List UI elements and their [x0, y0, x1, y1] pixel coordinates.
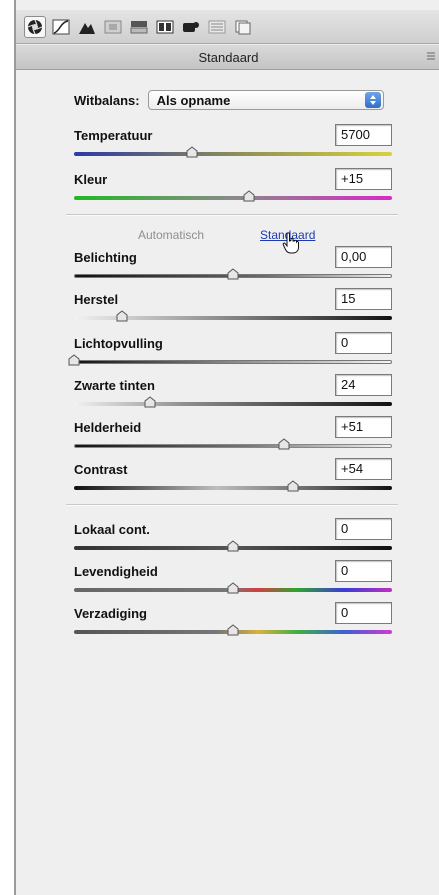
vibrance-input[interactable]: 0 — [335, 560, 392, 582]
section-divider — [66, 214, 398, 216]
camera-calibration-icon — [208, 20, 226, 33]
vibrance-label: Levendigheid — [74, 564, 158, 579]
panel-menu-icon[interactable] — [427, 52, 435, 60]
brightness-row: Helderheid +51 — [74, 416, 392, 456]
blacks-label: Zwarte tinten — [74, 378, 155, 393]
vibrance-row: Levendigheid 0 — [74, 560, 392, 600]
recovery-label: Herstel — [74, 292, 119, 307]
section-divider-2 — [66, 504, 398, 506]
tint-slider[interactable] — [242, 190, 256, 202]
clarity-row: Lokaal cont. 0 — [74, 518, 392, 558]
exposure-input[interactable]: 0,00 — [335, 246, 392, 268]
tool-split-toning[interactable] — [128, 16, 150, 38]
tool-camera-calibration[interactable] — [206, 16, 228, 38]
white-balance-label: Witbalans: — [74, 92, 140, 108]
panel-title: Standaard — [198, 49, 259, 65]
tool-detail[interactable] — [76, 16, 98, 38]
blacks-input[interactable]: 24 — [335, 374, 392, 396]
clarity-label: Lokaal cont. — [74, 522, 150, 537]
auto-standard-tabs: Automatisch Standaard — [74, 228, 392, 254]
white-balance-value: Als opname — [156, 92, 231, 108]
saturation-input[interactable]: 0 — [335, 602, 392, 624]
contrast-slider[interactable] — [286, 480, 300, 492]
exposure-slider[interactable] — [226, 268, 240, 280]
lens-corrections-icon — [156, 20, 174, 33]
blacks-slider[interactable] — [143, 396, 157, 408]
panel-header: Standaard — [16, 45, 439, 70]
contrast-row: Contrast +54 — [74, 458, 392, 498]
brightness-slider[interactable] — [277, 438, 291, 450]
saturation-label: Verzadiging — [74, 606, 147, 621]
recovery-row: Herstel 15 — [74, 288, 392, 328]
fill-light-label: Lichtopvulling — [74, 336, 163, 351]
tone-curve-icon — [52, 19, 70, 34]
white-balance-select[interactable]: Als opname — [147, 90, 384, 110]
saturation-slider[interactable] — [226, 624, 240, 636]
basic-panel: Standaard Witbalans: Als opname Temperat… — [14, 0, 439, 895]
tint-track — [74, 196, 392, 200]
tool-tone-curve[interactable] — [50, 16, 72, 38]
temperature-label: Temperatuur — [74, 128, 153, 143]
split-toning-icon — [130, 20, 148, 33]
blacks-track — [74, 402, 392, 406]
white-balance-row: Witbalans: Als opname — [74, 90, 384, 110]
blacks-row: Zwarte tinten 24 — [74, 374, 392, 414]
brightness-track — [74, 444, 392, 448]
tint-row: Kleur +15 — [74, 168, 392, 208]
temperature-input[interactable]: 5700 — [335, 124, 392, 146]
tab-automatic[interactable]: Automatisch — [138, 228, 204, 242]
hsl-icon — [104, 20, 122, 33]
tool-effects[interactable] — [180, 16, 202, 38]
tint-label: Kleur — [74, 172, 108, 187]
select-arrows-icon — [364, 92, 381, 108]
effects-icon — [183, 21, 199, 32]
detail-icon — [79, 22, 95, 34]
temperature-track — [74, 152, 392, 156]
brightness-input[interactable]: +51 — [335, 416, 392, 438]
tool-lens-corrections[interactable] — [154, 16, 176, 38]
tool-basic[interactable] — [24, 15, 46, 38]
saturation-row: Verzadiging 0 — [74, 602, 392, 642]
clarity-input[interactable]: 0 — [335, 518, 392, 540]
temperature-row: Temperatuur 5700 — [74, 124, 392, 164]
tint-input[interactable]: +15 — [335, 168, 392, 190]
recovery-slider[interactable] — [115, 310, 129, 322]
panel-toolbar — [16, 10, 439, 44]
presets-icon — [235, 20, 251, 34]
recovery-input[interactable]: 15 — [335, 288, 392, 310]
fill-light-row: Lichtopvulling 0 — [68, 332, 392, 372]
aperture-icon — [27, 19, 43, 34]
tool-presets[interactable] — [232, 16, 254, 38]
exposure-row: Belichting 0,00 — [74, 246, 392, 286]
contrast-input[interactable]: +54 — [335, 458, 392, 480]
fill-light-track — [74, 360, 392, 364]
brightness-label: Helderheid — [74, 420, 142, 435]
contrast-track — [74, 486, 392, 490]
vibrance-slider[interactable] — [226, 582, 240, 594]
tool-hsl[interactable] — [102, 16, 124, 38]
temperature-slider[interactable] — [185, 146, 199, 158]
exposure-label: Belichting — [74, 250, 137, 265]
clarity-slider[interactable] — [226, 540, 240, 552]
contrast-label: Contrast — [74, 462, 128, 477]
fill-light-slider[interactable] — [67, 354, 81, 366]
fill-light-input[interactable]: 0 — [335, 332, 392, 354]
